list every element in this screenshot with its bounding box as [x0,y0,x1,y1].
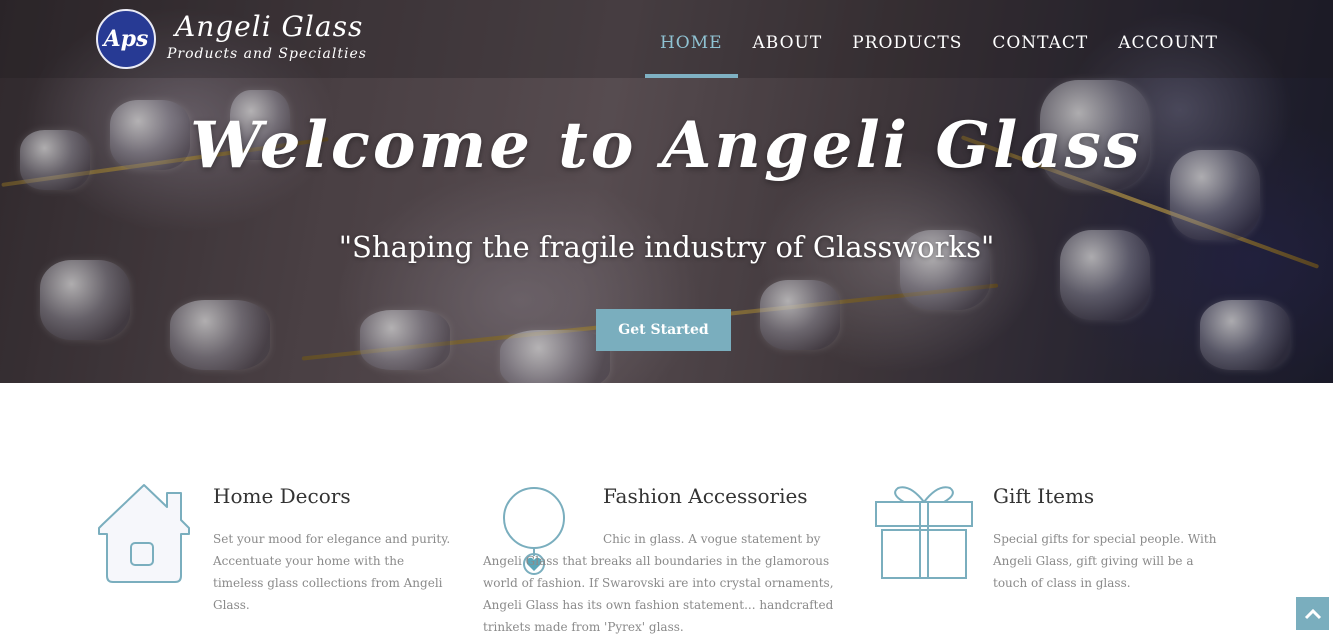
feature-title: Gift Items [993,484,1095,508]
nav-item-account[interactable]: ACCOUNT [1103,0,1233,78]
house-icon [98,484,190,583]
logo-badge[interactable]: Aps [96,9,156,69]
navbar: Aps Angeli Glass Products and Specialtie… [0,0,1333,78]
main-nav: HOME ABOUT PRODUCTS CONTACT ACCOUNT [644,0,1233,78]
logo-subtitle: Products and Specialties [167,46,367,62]
get-started-button[interactable]: Get Started [596,309,731,351]
hero-section: Aps Angeli Glass Products and Specialtie… [0,0,1333,383]
back-to-top-button[interactable] [1296,597,1329,630]
logo-badge-text: Aps [103,26,149,52]
feature-title: Fashion Accessories [603,484,808,508]
feature-text: Special gifts for special people. With A… [993,532,1217,590]
nav-item-home[interactable]: HOME [644,0,738,78]
hero-title: Welcome to Angeli Glass [190,108,1143,183]
logo-title[interactable]: Angeli Glass [175,10,363,43]
chevron-up-icon [1304,608,1321,619]
hero-tagline: "Shaping the fragile industry of Glasswo… [338,230,995,264]
gift-icon [875,486,973,579]
feature-text: Chic in glass. A vogue statement by Ange… [483,532,834,634]
nav-item-about[interactable]: ABOUT [738,0,838,78]
feature-title: Home Decors [213,484,351,508]
nav-item-products[interactable]: PRODUCTS [837,0,977,78]
nav-item-contact[interactable]: CONTACT [977,0,1103,78]
feature-text: Set your mood for elegance and purity. A… [213,532,451,612]
